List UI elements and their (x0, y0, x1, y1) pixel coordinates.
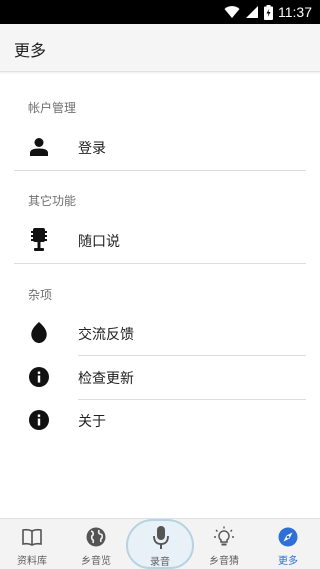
status-time: 11:37 (278, 4, 312, 20)
microphone-icon (28, 228, 50, 251)
nav-tab-record[interactable]: 录音 (126, 519, 194, 569)
lightbulb-icon (213, 526, 235, 548)
menu-item-label: 登录 (78, 141, 106, 157)
microphone-icon (153, 526, 169, 550)
menu-item-speak[interactable]: 随口说 (0, 219, 320, 263)
menu-item-check-update[interactable]: 检查更新 (0, 356, 320, 400)
info-icon (28, 366, 50, 388)
menu-item-about[interactable]: 关于 (0, 399, 320, 443)
globe-icon (85, 526, 107, 548)
status-bar: 11:37 (0, 0, 320, 24)
menu-item-label: 检查更新 (78, 371, 134, 387)
menu-item-label: 交流反馈 (78, 327, 134, 343)
leaf-icon (28, 322, 50, 344)
person-icon (28, 136, 50, 158)
status-icons: 11:37 (224, 0, 312, 24)
nav-tab-label: 更多 (278, 556, 298, 567)
book-icon (21, 526, 43, 548)
battery-icon (264, 4, 273, 20)
nav-tab-label: 乡音览 (81, 556, 111, 567)
nav-tab-guess[interactable]: 乡音猜 (192, 519, 256, 569)
cell-signal-icon (246, 6, 258, 18)
nav-tab-more[interactable]: 更多 (256, 519, 320, 569)
section-divider (14, 170, 306, 171)
app-bar: 更多 (0, 24, 320, 72)
wifi-icon (224, 6, 240, 19)
compass-icon (277, 526, 299, 548)
menu-item-login[interactable]: 登录 (0, 126, 320, 170)
menu-item-feedback[interactable]: 交流反馈 (0, 312, 320, 356)
info-icon (28, 409, 50, 431)
section-divider (14, 263, 306, 264)
nav-tab-label: 资料库 (17, 556, 47, 567)
section-header-other: 其它功能 (28, 194, 77, 208)
menu-item-label: 关于 (78, 414, 106, 430)
nav-tab-label: 录音 (150, 557, 170, 568)
menu-item-label: 随口说 (78, 234, 120, 250)
section-header-misc: 杂项 (28, 288, 53, 302)
nav-tab-browse[interactable]: 乡音览 (64, 519, 128, 569)
nav-tab-label: 乡音猜 (209, 556, 239, 567)
nav-tab-library[interactable]: 资料库 (0, 519, 64, 569)
page-title: 更多 (14, 41, 47, 60)
section-header-account: 帐户管理 (28, 101, 77, 115)
